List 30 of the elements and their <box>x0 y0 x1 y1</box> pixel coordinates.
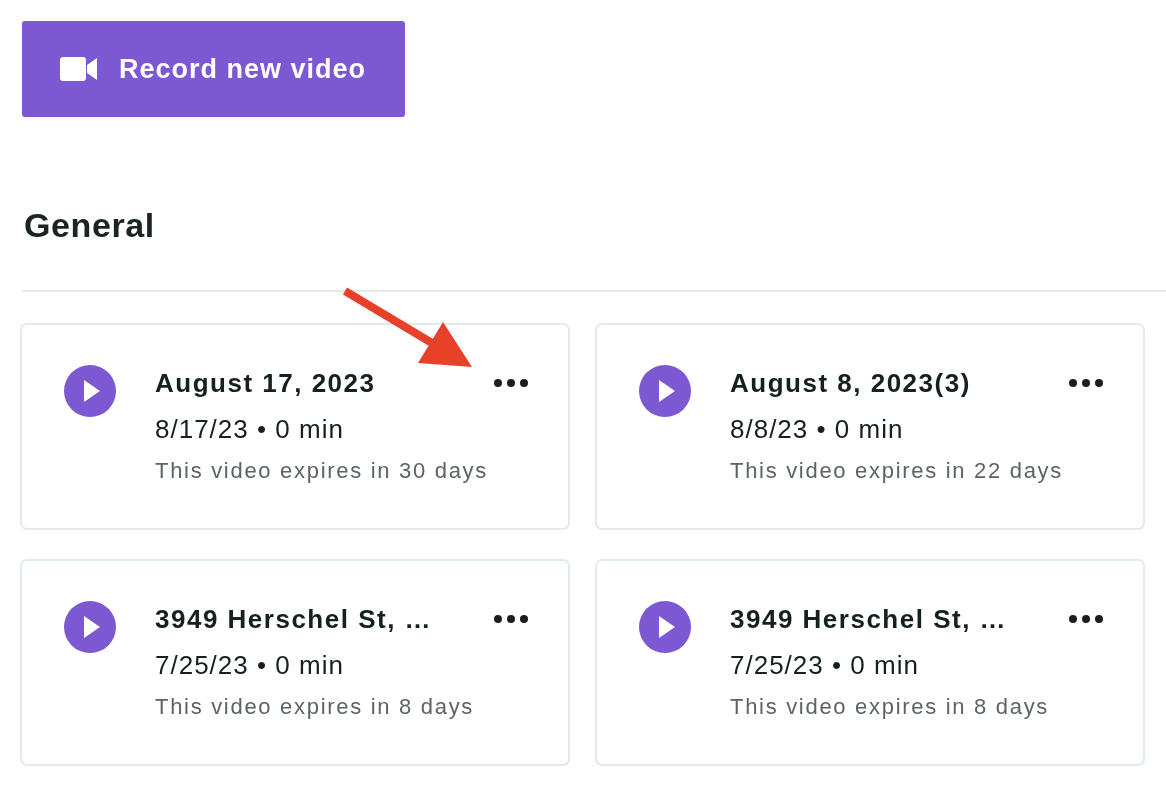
video-date-duration: 7/25/23 • 0 min <box>155 649 345 681</box>
play-icon <box>64 601 116 653</box>
more-icon <box>1069 379 1103 387</box>
record-video-button[interactable]: Record new video <box>22 21 405 117</box>
more-icon <box>1069 615 1103 623</box>
play-icon <box>639 365 691 417</box>
play-icon <box>64 365 116 417</box>
expiry-notice: This video expires in 30 days <box>155 457 489 485</box>
video-card[interactable]: August 8, 2023(3) 8/8/23 • 0 min This video expires in 22 days <box>595 323 1145 530</box>
more-icon <box>494 615 528 623</box>
video-date-duration: 8/8/23 • 0 min <box>730 413 905 445</box>
video-title: August 17, 2023 <box>155 367 377 399</box>
play-button[interactable] <box>639 601 691 653</box>
video-card[interactable]: 3949 Herschel St, … 7/25/23 • 0 min This video expires in 8 days <box>595 559 1145 766</box>
video-title: 3949 Herschel St, … <box>155 603 434 635</box>
expiry-notice: This video expires in 22 days <box>730 457 1064 485</box>
play-icon <box>639 601 691 653</box>
play-button[interactable] <box>64 365 116 417</box>
video-date-duration: 8/17/23 • 0 min <box>155 413 345 445</box>
play-button[interactable] <box>64 601 116 653</box>
play-button[interactable] <box>639 365 691 417</box>
more-icon <box>494 379 528 387</box>
video-title: 3949 Herschel St, … <box>730 603 1009 635</box>
video-camera-icon <box>60 57 97 81</box>
section-heading: General <box>24 205 156 245</box>
video-date-duration: 7/25/23 • 0 min <box>730 649 920 681</box>
video-card[interactable]: 3949 Herschel St, … 7/25/23 • 0 min This video expires in 8 days <box>20 559 570 766</box>
expiry-notice: This video expires in 8 days <box>155 693 476 721</box>
video-title: August 8, 2023(3) <box>730 367 972 399</box>
expiry-notice: This video expires in 8 days <box>730 693 1051 721</box>
